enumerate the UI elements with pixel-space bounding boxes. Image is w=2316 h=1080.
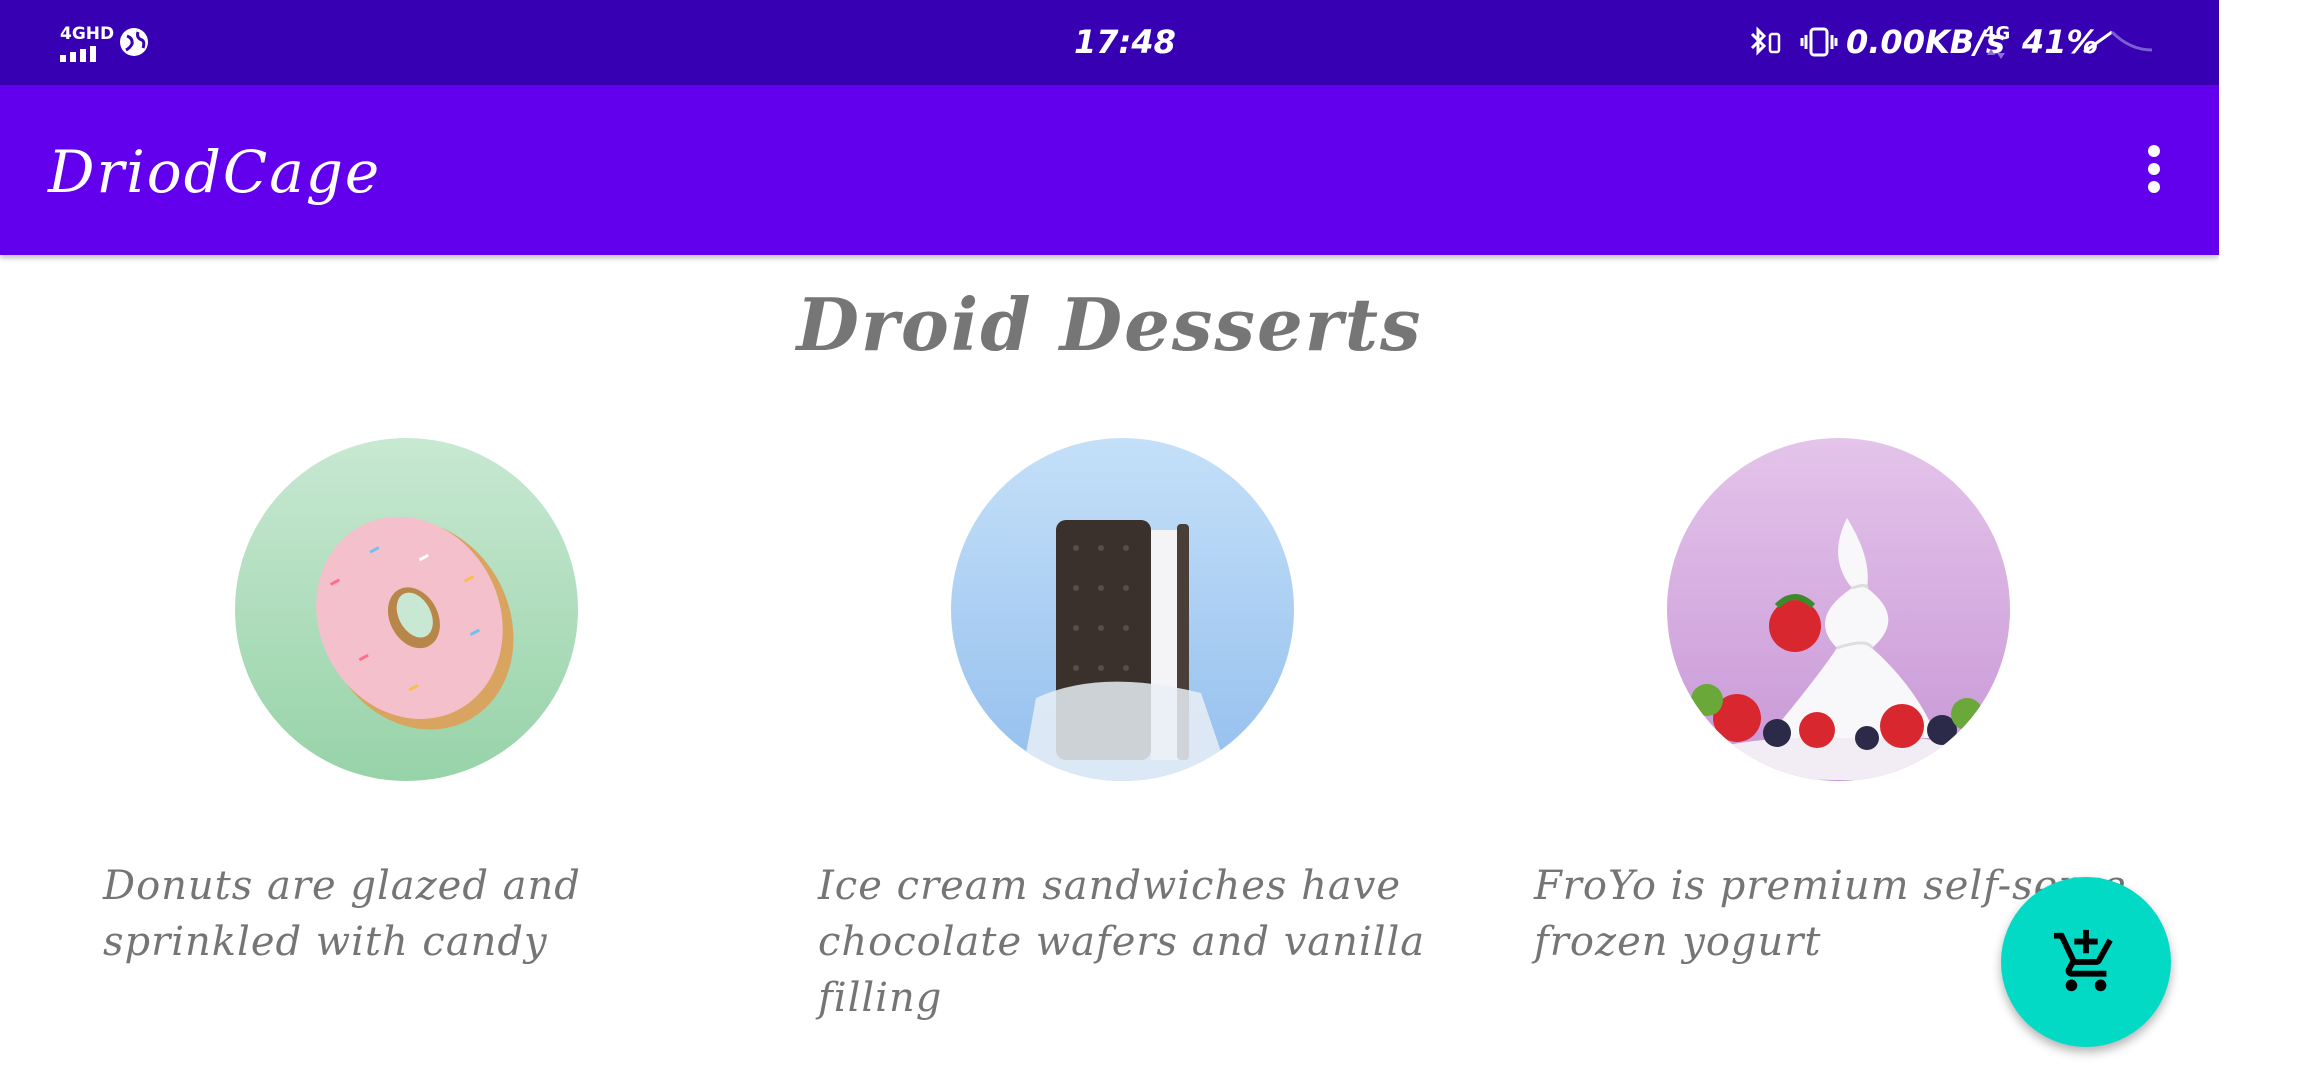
bluetooth-icon (1748, 26, 1782, 62)
globe-icon (118, 26, 150, 62)
status-bar: 4GHD 17:48 0.00KB/s 4G 41% (0, 0, 2219, 85)
right-gutter (2219, 0, 2316, 1080)
ice-cream-sandwich-description: Ice cream sandwiches have chocolate wafe… (818, 863, 1426, 1021)
donut-description: Donuts are glazed and sprinkled with can… (103, 863, 581, 965)
ice-cream-sandwich-image[interactable] (951, 438, 1294, 781)
data-arrows-icon (1985, 46, 2007, 65)
status-time: 17:48 (1074, 23, 1176, 61)
add-to-cart-button[interactable] (2001, 877, 2171, 1047)
donut-image[interactable] (235, 438, 578, 781)
froyo-image[interactable] (1667, 438, 2010, 781)
app-bar: DriodCage (0, 85, 2219, 255)
app-title: DriodCage (48, 138, 382, 206)
mobile-data-label: 4G (1983, 23, 2011, 44)
more-vert-icon[interactable] (2134, 141, 2174, 211)
network-speed: 0.00KB/s (1846, 23, 2005, 61)
page-title: Droid Desserts (796, 282, 1423, 367)
network-type: 4GHD (60, 24, 115, 44)
signal-icon: 4GHD (60, 24, 114, 62)
add-shopping-cart-icon (2053, 929, 2113, 992)
vibrate-icon (1800, 26, 1838, 62)
wifi-icon (2082, 28, 2154, 58)
